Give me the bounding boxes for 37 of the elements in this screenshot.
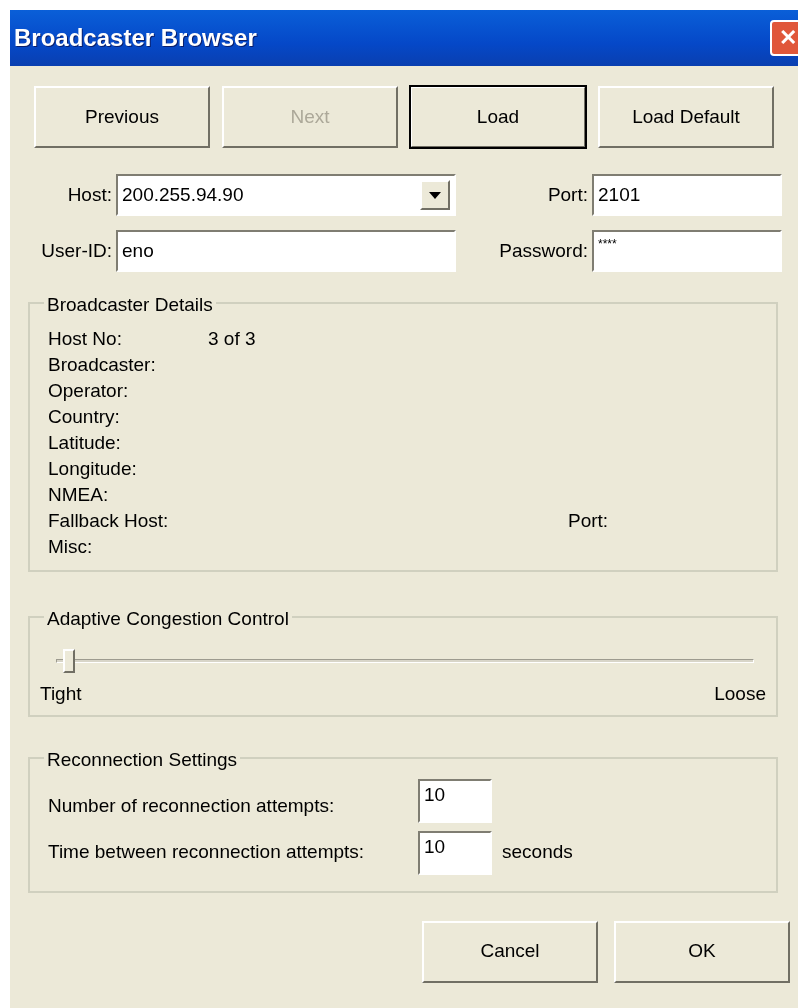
detail-label: Operator: xyxy=(48,379,130,403)
dialog-button[interactable]: Previous xyxy=(34,86,210,148)
slider-track[interactable] xyxy=(56,648,754,674)
dialog-button[interactable]: OK xyxy=(614,920,790,983)
caret-icon xyxy=(429,191,441,199)
number-field[interactable]: 10 xyxy=(418,778,492,823)
dialog-button[interactable]: Load xyxy=(410,86,586,148)
host-combobox[interactable]: 200.255.94.90 xyxy=(116,174,456,216)
window-title: Broadcaster Browser xyxy=(14,23,257,53)
field-label: User-ID: xyxy=(40,238,113,263)
port-field[interactable]: 2101 xyxy=(592,174,782,216)
field-label: Port: xyxy=(546,182,589,207)
detail-label: Longitude: xyxy=(48,457,138,481)
slider-min-label: Tight xyxy=(40,682,82,706)
dropdown-button[interactable] xyxy=(420,180,450,210)
detail-value: 3 of 3 xyxy=(208,327,256,351)
detail-label: Fallback Host: xyxy=(48,509,170,533)
detail-label: Port: xyxy=(568,509,609,533)
detail-label: Country: xyxy=(48,405,121,429)
setting-label: Time between reconnection attempts: xyxy=(48,840,366,865)
close-button[interactable]: ✕ xyxy=(770,20,798,56)
slider-max-label: Loose xyxy=(714,682,766,706)
setting-label: Number of reconnection attempts: xyxy=(48,794,336,819)
detail-label: Host No: xyxy=(48,327,123,351)
field-label: Host: xyxy=(66,182,113,207)
detail-label: Broadcaster: xyxy=(48,353,157,377)
number-field[interactable]: 10 xyxy=(418,830,492,875)
unit-label: seconds xyxy=(502,840,573,865)
slider-thumb[interactable] xyxy=(62,649,75,673)
password-field[interactable]: **** xyxy=(592,230,782,272)
detail-label: Misc: xyxy=(48,535,94,559)
dialog-button[interactable]: Load Default xyxy=(598,86,774,148)
field-label: Password: xyxy=(498,238,589,263)
dialog-button[interactable]: Cancel xyxy=(422,920,598,983)
detail-label: NMEA: xyxy=(48,483,110,507)
detail-label: Latitude: xyxy=(48,431,122,455)
user-id-field[interactable]: eno xyxy=(116,230,456,272)
